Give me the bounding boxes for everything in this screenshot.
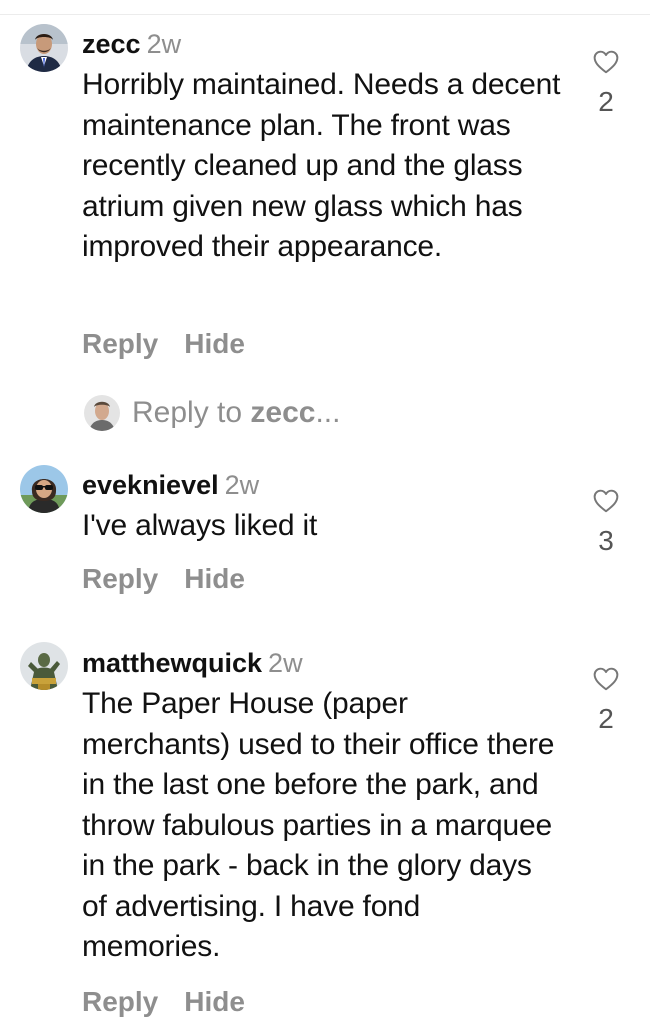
comment-time: 2w	[268, 648, 303, 678]
reply-button[interactable]: Reply	[82, 328, 158, 359]
like-column: 2	[584, 667, 628, 735]
heart-outline-icon[interactable]	[593, 489, 619, 513]
comment-username[interactable]: matthewquick	[82, 648, 262, 678]
comment-header: zecc 2w	[82, 28, 562, 60]
statue-avatar-icon	[20, 642, 68, 690]
comment-text: I've always liked it	[82, 509, 318, 542]
avatar[interactable]	[20, 465, 68, 513]
comment-time: 2w	[146, 29, 182, 59]
comment-text: The Paper House (paper merchants) used t…	[82, 687, 555, 963]
woman-with-sunglasses-avatar-icon	[20, 465, 68, 513]
like-count: 2	[598, 703, 614, 734]
comment-text: Horribly maintained. Needs a decent main…	[82, 68, 561, 263]
hide-button[interactable]: Hide	[184, 328, 245, 359]
reply-to-ellipsis: ...	[315, 396, 341, 430]
heart-outline-icon[interactable]	[593, 50, 619, 74]
reply-to-label: Reply to	[132, 396, 243, 430]
comment-actions: Reply Hide	[82, 328, 245, 360]
like-count: 2	[598, 86, 614, 117]
comment-header: matthewquick 2w	[82, 647, 562, 679]
current-user-avatar-icon	[84, 395, 120, 432]
comment-header: eveknievel 2w	[82, 469, 562, 501]
comment-actions: Reply Hide	[82, 986, 245, 1018]
reply-to-username: zecc	[250, 396, 316, 430]
reply-button[interactable]: Reply	[82, 563, 158, 594]
hide-button[interactable]: Hide	[184, 986, 245, 1017]
like-count: 3	[598, 525, 614, 556]
hide-button[interactable]: Hide	[184, 563, 245, 594]
comment-actions: Reply Hide	[82, 563, 245, 595]
reply-button[interactable]: Reply	[82, 986, 158, 1017]
comment-username[interactable]: eveknievel	[82, 470, 219, 500]
heart-outline-icon[interactable]	[593, 667, 619, 691]
comment-time: 2w	[224, 470, 260, 500]
reply-to-input[interactable]: Reply to zecc...	[84, 395, 340, 435]
avatar[interactable]	[20, 24, 68, 72]
avatar[interactable]	[20, 642, 68, 690]
like-column: 3	[584, 489, 628, 557]
like-column: 2	[584, 50, 628, 118]
comment-username[interactable]: zecc	[82, 29, 141, 59]
top-divider	[0, 14, 650, 15]
man-in-suit-avatar-icon	[20, 24, 68, 72]
